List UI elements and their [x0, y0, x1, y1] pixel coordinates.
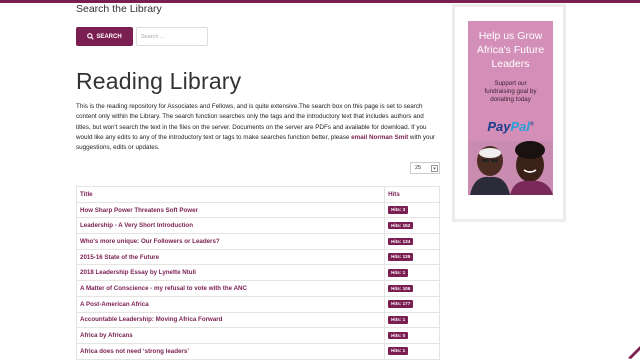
document-title-link[interactable]: Africa by Africans: [75, 327, 386, 344]
hits-badge: Hits: 134: [388, 237, 414, 246]
ad-subtext-1: Support our: [494, 80, 527, 87]
document-title-link[interactable]: How Sharp Power Threatens Soft Power: [75, 201, 386, 219]
library-table: Title Hits How Sharp Power Threatens Sof…: [75, 186, 440, 360]
hits-cell: Hits: 0: [384, 327, 440, 344]
search-icon: [87, 33, 95, 40]
paypal-logo[interactable]: PayPal®: [468, 119, 553, 134]
table-row: A Matter of Conscience - my refusal to v…: [75, 280, 440, 297]
ad-subtext-3: donating today: [490, 96, 531, 103]
ad-headline-1: Help us Grow: [478, 30, 543, 42]
hits-cell: Hits: 152: [384, 217, 440, 235]
table-row: Leadership - A Very Short Introduction Hi…: [75, 217, 440, 235]
hits-cell: Hits: 135: [384, 248, 440, 266]
email-link[interactable]: email Norman Smit: [351, 134, 408, 141]
back-to-top-icon[interactable]: [626, 336, 640, 360]
table-row: Africa does not need ‘strong leaders’ Hit…: [75, 342, 440, 360]
page-title: Reading Library: [76, 68, 242, 94]
ad-headline-2: Africa's Future: [476, 44, 545, 56]
intro-text: This is the reading repository for Assoc…: [76, 102, 440, 153]
title-column-header[interactable]: Title: [75, 186, 386, 203]
hits-cell: Hits: 1: [384, 264, 440, 282]
ad-headline-3: Leaders: [491, 58, 530, 70]
hits-badge: Hits: 0: [388, 331, 409, 340]
table-row: Who's more unique: Our Followers or Lead…: [75, 233, 440, 250]
table-row: How Sharp Power Threatens Soft Power Hits…: [75, 201, 440, 219]
table-row: Accountable Leadership: Moving Africa Fo…: [75, 311, 440, 329]
table-header-row: Title Hits: [75, 186, 440, 203]
list-limit-select[interactable]: 25 ▾: [410, 162, 440, 174]
hits-cell: Hits: 1: [384, 311, 440, 329]
document-title-link[interactable]: 2015-16 State of the Future: [75, 248, 386, 266]
document-title-link[interactable]: Leadership - A Very Short Introduction: [75, 217, 386, 235]
search-input[interactable]: [136, 27, 208, 46]
search-button-label: SEARCH: [96, 33, 122, 40]
document-title-link[interactable]: Accountable Leadership: Moving Africa Fo…: [75, 311, 386, 329]
hits-badge: Hits: 1: [388, 316, 409, 324]
leaders-photo: [468, 141, 553, 195]
hits-cell: Hits: 1: [384, 342, 440, 360]
document-title-link[interactable]: Africa does not need ‘strong leaders’: [75, 342, 386, 360]
chevron-down-icon: ▾: [431, 165, 438, 172]
hits-badge: Hits: 152: [388, 221, 414, 230]
donation-banner[interactable]: Help us Grow Africa's Future Leaders Sup…: [468, 21, 553, 195]
hits-badge: Hits: 177: [388, 300, 414, 308]
hits-badge: Hits: 1: [388, 269, 409, 277]
document-title-link[interactable]: A Post-American Africa: [75, 295, 386, 313]
table-row: 2018 Leadership Essay by Lynette Ntuli Hi…: [75, 264, 440, 282]
list-limit-value: 25: [415, 165, 422, 171]
sidebar-donation-box: Help us Grow Africa's Future Leaders Sup…: [452, 4, 566, 222]
document-title-link[interactable]: A Matter of Conscience - my refusal to v…: [75, 280, 386, 297]
table-row: A Post-American Africa Hits: 177: [75, 295, 440, 313]
hits-cell: Hits: 177: [384, 295, 440, 313]
document-title-link[interactable]: Who's more unique: Our Followers or Lead…: [75, 233, 386, 250]
hits-cell: Hits: 106: [384, 280, 440, 297]
ad-subtext-2: fundraising goal by: [484, 88, 537, 95]
hits-badge: Hits: 3: [388, 206, 409, 214]
table-row: 2015-16 State of the Future Hits: 135: [75, 248, 440, 266]
hits-badge: Hits: 135: [388, 253, 414, 261]
hits-column-header[interactable]: Hits: [384, 186, 440, 203]
table-row: Africa by Africans Hits: 0: [75, 327, 440, 344]
document-title-link[interactable]: 2018 Leadership Essay by Lynette Ntuli: [75, 264, 386, 282]
hits-cell: Hits: 3: [384, 201, 440, 219]
search-heading: Search the Library: [76, 3, 162, 15]
hits-cell: Hits: 134: [384, 233, 440, 250]
search-button[interactable]: SEARCH: [76, 27, 133, 46]
hits-badge: Hits: 1: [388, 347, 409, 355]
hits-badge: Hits: 106: [388, 284, 414, 293]
